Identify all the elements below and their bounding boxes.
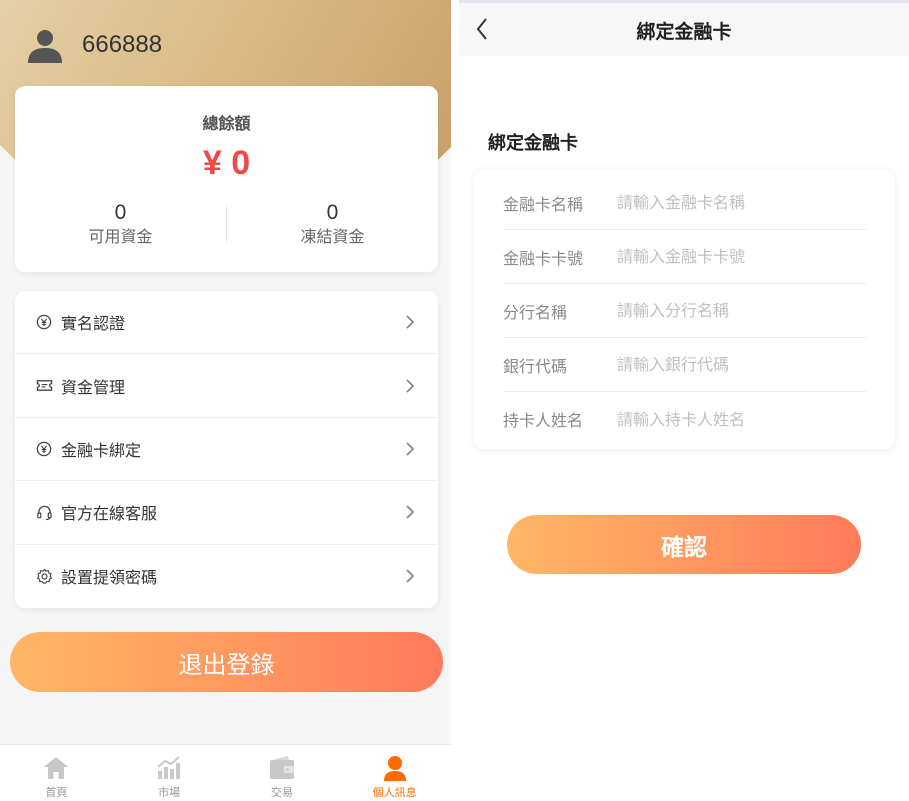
page-title: 綁定金融卡 bbox=[636, 21, 732, 43]
tab-market[interactable]: 市場 bbox=[113, 745, 226, 801]
person-icon bbox=[383, 756, 406, 781]
bottom-tab-bar: 首頁 市場 交易 個人訊息 bbox=[0, 744, 451, 801]
tab-label: 個人訊息 bbox=[372, 786, 417, 799]
chevron-right-icon bbox=[406, 315, 415, 329]
field-label: 銀行代碼 bbox=[503, 356, 568, 376]
profile-menu: 實名認證 資金管理 金融卡綁定 官方在線客服 設置提領密碼 bbox=[15, 291, 438, 608]
form-row-card-name: 金融卡名稱 bbox=[503, 176, 866, 230]
balance-amount: ¥ 0 bbox=[202, 144, 251, 182]
menu-item-fund-management[interactable]: 資金管理 bbox=[15, 354, 438, 418]
menu-item-bank-card-binding[interactable]: 金融卡綁定 bbox=[15, 418, 438, 482]
user-avatar-icon bbox=[28, 30, 62, 63]
available-funds-value: 0 bbox=[114, 201, 127, 224]
field-label: 分行名稱 bbox=[503, 302, 568, 322]
username: 666888 bbox=[82, 31, 163, 58]
headset-icon bbox=[35, 503, 53, 521]
confirm-button[interactable]: 確認 bbox=[507, 515, 861, 574]
home-icon bbox=[44, 757, 69, 779]
menu-item-label: 設置提領密碼 bbox=[61, 568, 158, 588]
form-row-bank-code: 銀行代碼 bbox=[503, 338, 866, 392]
chevron-right-icon bbox=[406, 442, 415, 456]
tab-label: 首頁 bbox=[45, 786, 68, 799]
chevron-right-icon bbox=[406, 378, 415, 393]
tab-personal-info[interactable]: 個人訊息 bbox=[338, 745, 451, 801]
ticket-icon bbox=[35, 377, 53, 395]
yuan-circle-icon bbox=[35, 313, 53, 331]
tab-home[interactable]: 首頁 bbox=[0, 745, 113, 801]
branch-name-input[interactable] bbox=[617, 301, 866, 320]
menu-item-label: 資金管理 bbox=[61, 377, 126, 397]
yuan-circle-icon bbox=[35, 440, 53, 458]
tab-trade[interactable]: 交易 bbox=[226, 745, 339, 801]
menu-item-label: 金融卡綁定 bbox=[61, 440, 142, 460]
menu-item-real-name-verification[interactable]: 實名認證 bbox=[15, 291, 438, 355]
available-funds-label: 可用資金 bbox=[88, 227, 153, 246]
gear-icon bbox=[35, 567, 53, 585]
form-row-card-number: 金融卡卡號 bbox=[503, 230, 866, 284]
logout-button[interactable]: 退出登錄 bbox=[10, 632, 443, 692]
menu-item-customer-service[interactable]: 官方在線客服 bbox=[15, 481, 438, 545]
frozen-funds: 0 凍結資金 bbox=[227, 200, 438, 248]
bind-card-screen: 綁定金融卡 綁定金融卡 金融卡名稱 金融卡卡號 分行名稱 銀行代碼 持卡人姓名 … bbox=[459, 0, 909, 801]
tab-label: 市場 bbox=[158, 786, 181, 799]
balance-card: 總餘額 ¥ 0 0 可用資金 0 凍結資金 bbox=[15, 86, 438, 272]
balance-title: 總餘額 bbox=[202, 114, 251, 133]
frozen-funds-value: 0 bbox=[326, 201, 339, 224]
field-label: 金融卡名稱 bbox=[503, 194, 584, 214]
bind-card-form: 金融卡名稱 金融卡卡號 分行名稱 銀行代碼 持卡人姓名 bbox=[474, 170, 895, 449]
chevron-right-icon bbox=[406, 505, 415, 519]
chart-icon bbox=[157, 756, 181, 779]
menu-item-withdrawal-password[interactable]: 設置提領密碼 bbox=[15, 545, 438, 608]
menu-item-label: 官方在線客服 bbox=[61, 504, 158, 524]
field-label: 持卡人姓名 bbox=[503, 411, 584, 430]
nav-bar: 綁定金融卡 bbox=[459, 0, 909, 56]
available-funds: 0 可用資金 bbox=[15, 200, 226, 248]
tab-label: 交易 bbox=[270, 786, 293, 799]
form-row-cardholder-name: 持卡人姓名 bbox=[503, 392, 866, 446]
chevron-right-icon bbox=[406, 569, 415, 583]
section-title: 綁定金融卡 bbox=[488, 133, 578, 154]
menu-item-label: 實名認證 bbox=[61, 314, 126, 334]
bank-code-input[interactable] bbox=[617, 355, 866, 374]
profile-screen: 666888 總餘額 ¥ 0 0 可用資金 0 凍結資金 實名認證 資金管理 金… bbox=[0, 0, 451, 801]
field-label: 金融卡卡號 bbox=[503, 248, 584, 268]
form-row-branch-name: 分行名稱 bbox=[503, 284, 866, 338]
card-number-input[interactable] bbox=[617, 247, 866, 266]
user-info: 666888 bbox=[26, 26, 162, 64]
cardholder-name-input[interactable] bbox=[617, 409, 866, 429]
frozen-funds-label: 凍結資金 bbox=[300, 227, 365, 246]
wallet-icon bbox=[269, 756, 294, 779]
card-name-input[interactable] bbox=[617, 193, 866, 212]
